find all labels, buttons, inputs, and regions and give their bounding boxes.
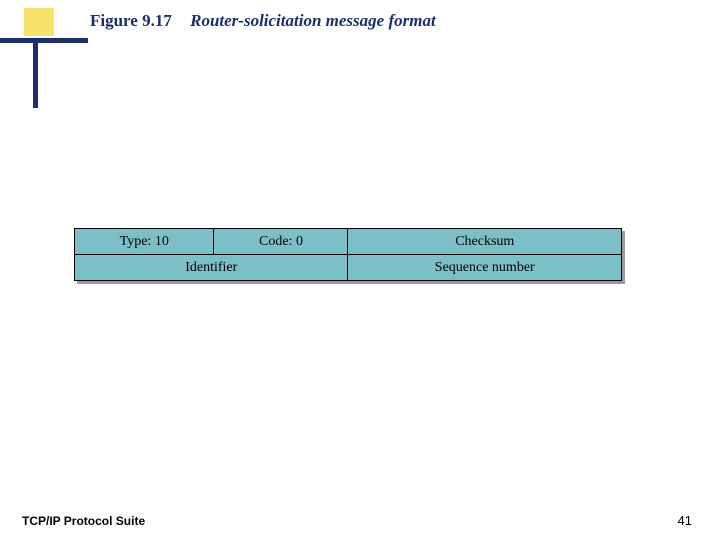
deco-horizontal-bar — [0, 38, 88, 43]
field-sequence-number: Sequence number — [348, 255, 622, 281]
figure-title: Router-solicitation message format — [190, 11, 436, 30]
figure-label: Figure 9.17 — [90, 11, 172, 30]
field-type: Type: 10 — [75, 229, 214, 255]
footer-page-number: 41 — [678, 513, 692, 528]
field-code: Code: 0 — [214, 229, 348, 255]
message-format-table: Type: 10 Code: 0 Checksum Identifier Seq… — [74, 228, 622, 281]
field-checksum: Checksum — [348, 229, 622, 255]
table-row: Identifier Sequence number — [75, 255, 622, 281]
figure-heading: Figure 9.17 Router-solicitation message … — [90, 11, 436, 31]
table-row: Type: 10 Code: 0 Checksum — [75, 229, 622, 255]
slide-corner-decoration — [0, 0, 100, 120]
field-identifier: Identifier — [75, 255, 348, 281]
deco-square — [24, 8, 54, 36]
footer-suite: TCP/IP Protocol Suite — [22, 514, 145, 528]
deco-vertical-bar — [33, 38, 38, 108]
